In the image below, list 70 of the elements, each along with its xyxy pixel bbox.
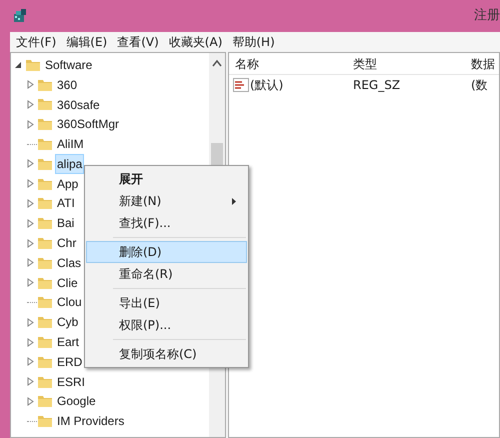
expand-icon[interactable]	[26, 278, 34, 288]
table-cell-text: (默认)	[250, 77, 284, 94]
tree-item[interactable]: App	[55, 174, 80, 194]
folder-icon	[37, 215, 53, 232]
menu-item[interactable]: 收藏夹(A)	[168, 33, 222, 51]
menu-item[interactable]: 删除(D)	[86, 241, 247, 263]
tree-item[interactable]: Chr	[55, 233, 78, 254]
menu-item[interactable]: 新建(N)	[86, 190, 247, 212]
tree-item[interactable]: Eart	[55, 332, 82, 352]
tree-item[interactable]: IM Providers	[55, 411, 126, 432]
folder-icon	[37, 334, 53, 350]
tree-item[interactable]: 360safe	[55, 94, 102, 114]
menu-item[interactable]: 重命名(R)	[86, 263, 247, 285]
tree-item[interactable]: Bai	[55, 213, 76, 234]
scroll-up-icon[interactable]	[212, 59, 222, 67]
menu-item[interactable]: 展开	[86, 168, 247, 190]
menu-item[interactable]: 编辑(E)	[66, 33, 108, 51]
menu-item[interactable]: 复制项名称(C)	[86, 343, 247, 365]
folder-icon	[37, 294, 53, 310]
column-header[interactable]: 名称	[229, 54, 347, 72]
folder-icon	[37, 413, 53, 430]
expand-icon[interactable]	[26, 198, 34, 208]
tree-item[interactable]: ERD	[55, 352, 84, 372]
folder-icon	[37, 235, 53, 252]
string-value-icon	[233, 78, 249, 92]
tree-item[interactable]: AliIM	[55, 134, 86, 154]
expand-icon[interactable]	[26, 258, 34, 268]
folder-icon	[37, 314, 53, 330]
expand-icon[interactable]	[26, 357, 34, 366]
tree-item[interactable]: alipa	[55, 154, 84, 174]
submenu-arrow-icon	[232, 198, 236, 204]
registry-icon	[12, 8, 28, 24]
expand-icon[interactable]	[26, 338, 34, 347]
window-title: 注册	[474, 7, 500, 26]
tree-item[interactable]: Software	[43, 54, 94, 75]
tree-item[interactable]: 360SoftMgr	[55, 114, 122, 134]
expand-icon[interactable]	[26, 159, 34, 168]
menu-item[interactable]: 帮助(H)	[232, 33, 275, 51]
expand-icon[interactable]	[26, 80, 34, 90]
expand-icon[interactable]	[26, 179, 34, 188]
folder-icon	[37, 116, 53, 132]
tree-item[interactable]: Cyb	[55, 312, 80, 332]
column-header[interactable]: 数据	[465, 54, 499, 72]
expand-icon[interactable]	[26, 238, 34, 248]
tree-item[interactable]: Clie	[55, 272, 80, 293]
expand-icon[interactable]	[26, 377, 34, 386]
menu-item[interactable]: 查看(V)	[117, 33, 159, 51]
tree-item[interactable]: Google	[55, 391, 98, 412]
menu-item[interactable]: 文件(F)	[16, 33, 56, 51]
tree-item[interactable]: Clou	[55, 292, 84, 312]
folder-icon	[37, 393, 53, 410]
tree-item[interactable]: ATI	[55, 193, 77, 214]
expand-icon[interactable]	[26, 100, 34, 109]
folder-icon	[37, 136, 53, 152]
expand-icon[interactable]	[26, 218, 34, 228]
tree-item[interactable]: Clas	[55, 252, 84, 273]
collapse-icon[interactable]	[14, 60, 22, 69]
expand-icon[interactable]	[26, 318, 34, 327]
tree-item[interactable]: ESRI	[55, 372, 88, 392]
table-cell-text: REG_SZ	[352, 77, 402, 94]
folder-icon	[37, 195, 53, 212]
column-header[interactable]: 类型	[347, 54, 465, 72]
table-cell-text: (数	[470, 77, 488, 94]
menu-item[interactable]: 导出(E)	[86, 292, 247, 314]
menu-item[interactable]: 权限(P)...	[86, 314, 247, 336]
folder-icon	[37, 96, 53, 112]
menu-item[interactable]: 查找(F)...	[86, 212, 247, 234]
expand-icon[interactable]	[26, 396, 34, 406]
expand-icon[interactable]	[26, 120, 34, 129]
tree-item[interactable]: 360	[55, 74, 80, 95]
